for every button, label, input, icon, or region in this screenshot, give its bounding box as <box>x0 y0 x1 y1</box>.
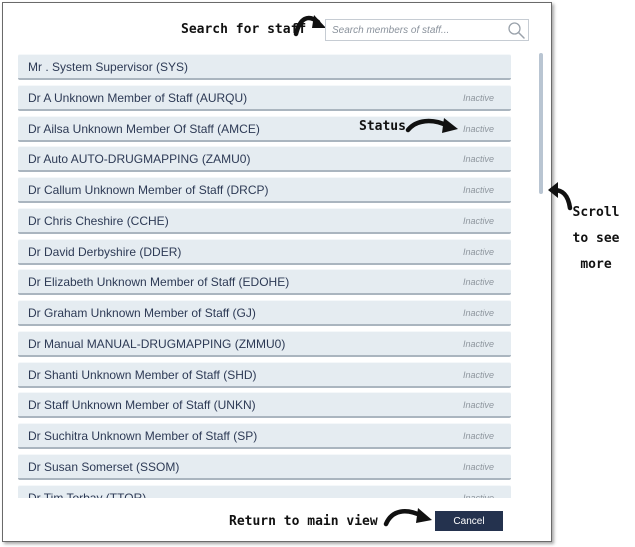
staff-status: Inactive <box>462 431 494 441</box>
staff-name: Dr Ailsa Unknown Member Of Staff (AMCE) <box>28 121 260 136</box>
staff-row[interactable]: Dr Tim Torbay (TTOR) Inactive <box>18 484 511 499</box>
staff-name: Dr Callum Unknown Member of Staff (DRCP) <box>28 183 269 197</box>
staff-status: Inactive <box>462 338 494 349</box>
scroll-annotation: Scroll to see more <box>566 200 626 278</box>
staff-status: Inactive <box>462 369 494 380</box>
staff-row[interactable]: Dr Graham Unknown Member of Staff (GJ) In… <box>18 300 511 326</box>
staff-status: Inactive <box>462 246 494 257</box>
search-box[interactable] <box>325 19 529 41</box>
staff-row[interactable]: Dr Manual MANUAL-DRUGMAPPING (ZMMU0) Inac… <box>18 330 511 357</box>
search-icon[interactable] <box>507 21 526 40</box>
staff-name: Dr Tim Torbay (TTOR) <box>28 490 147 499</box>
staff-status: Inactive <box>462 308 494 318</box>
staff-name: Mr . System Supervisor (SYS) <box>28 60 189 74</box>
staff-status: Inactive <box>462 400 494 411</box>
staff-name: Dr Susan Somerset (SSOM) <box>28 459 180 474</box>
staff-name: Dr Shanti Unknown Member of Staff (SHD) <box>28 367 257 382</box>
staff-row[interactable]: Dr Chris Cheshire (CCHE) Inactive <box>18 207 511 234</box>
staff-row[interactable]: Dr Callum Unknown Member of Staff (DRCP)… <box>18 177 511 203</box>
search-input[interactable] <box>332 22 502 39</box>
scroll-annotation-line: to see <box>572 231 620 246</box>
staff-name: Dr Staff Unknown Member of Staff (UNKN) <box>28 398 256 413</box>
staff-row[interactable]: Dr Susan Somerset (SSOM) Inactive <box>18 453 511 480</box>
staff-status: Inactive <box>462 123 494 134</box>
staff-row[interactable]: Mr . System Supervisor (SYS) <box>18 54 511 80</box>
status-annotation-arrow <box>405 118 458 133</box>
staff-row[interactable]: Dr Staff Unknown Member of Staff (UNKN) I… <box>18 392 511 419</box>
staff-status: Inactive <box>462 185 494 195</box>
staff-name: Dr A Unknown Member of Staff (AURQU) <box>28 90 248 105</box>
staff-name: Dr Suchitra Unknown Member of Staff (SP) <box>28 429 258 443</box>
staff-row[interactable]: Dr Elizabeth Unknown Member of Staff (ED… <box>18 269 511 296</box>
staff-status: Inactive <box>462 461 494 472</box>
staff-status: Inactive <box>462 277 494 288</box>
staff-name: Dr Elizabeth Unknown Member of Staff (ED… <box>28 275 290 290</box>
scrollbar[interactable] <box>539 53 543 194</box>
staff-row[interactable]: Dr Shanti Unknown Member of Staff (SHD) I… <box>18 361 511 388</box>
scroll-annotation-line: more <box>580 257 612 272</box>
staff-row[interactable]: Dr A Unknown Member of Staff (AURQU) Inac… <box>18 84 511 111</box>
staff-status: Inactive <box>462 92 494 103</box>
staff-status: Inactive <box>462 492 494 499</box>
scroll-annotation-line: Scroll <box>572 205 620 220</box>
staff-name: Dr Graham Unknown Member of Staff (GJ) <box>28 306 256 320</box>
status-annotation: Status <box>359 119 406 134</box>
staff-status: Inactive <box>462 215 494 226</box>
staff-name: Dr Chris Cheshire (CCHE) <box>28 213 169 228</box>
search-annotation: Search for staff <box>181 22 307 37</box>
staff-row[interactable]: Dr David Derbyshire (DDER) Inactive <box>18 238 511 265</box>
return-annotation-arrow <box>383 508 432 527</box>
staff-row[interactable]: Dr Suchitra Unknown Member of Staff (SP)… <box>18 423 511 449</box>
cancel-button[interactable]: Cancel <box>435 511 503 531</box>
staff-row[interactable]: Dr Auto AUTO-DRUGMAPPING (ZAMU0) Inactive <box>18 146 511 173</box>
staff-name: Dr Manual MANUAL-DRUGMAPPING (ZMMU0) <box>28 336 286 351</box>
return-annotation: Return to main view <box>229 514 378 529</box>
staff-name: Dr Auto AUTO-DRUGMAPPING (ZAMU0) <box>28 152 251 167</box>
staff-status: Inactive <box>462 154 494 165</box>
staff-name: Dr David Derbyshire (DDER) <box>28 244 182 259</box>
